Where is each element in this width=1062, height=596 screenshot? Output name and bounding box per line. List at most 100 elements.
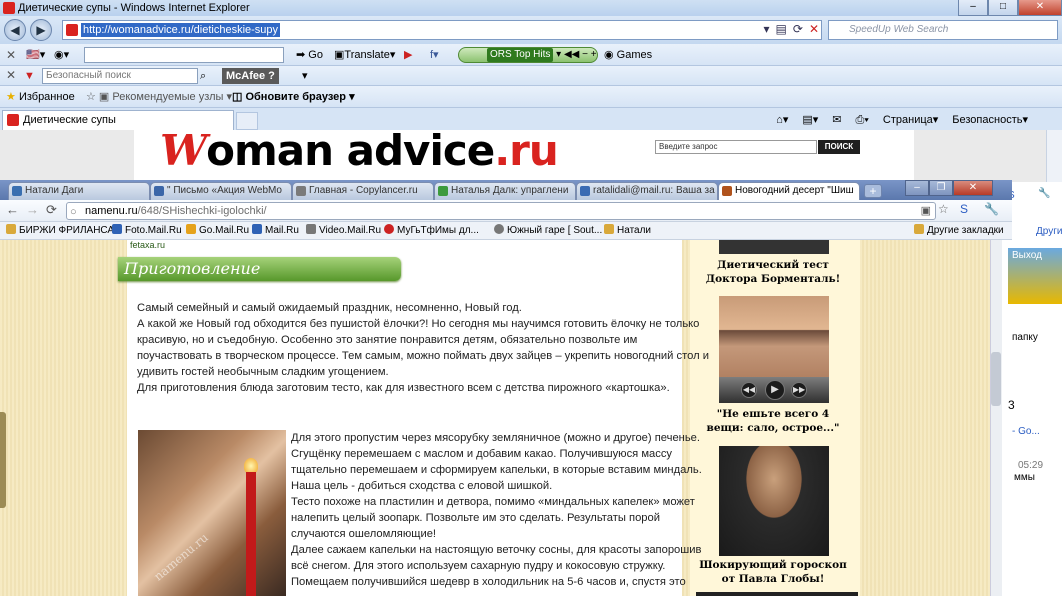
feeds-icon[interactable]: ▤▾ xyxy=(802,112,818,128)
dropdown-arrow-icon[interactable]: ▾ xyxy=(764,22,770,36)
ie-command-bar: ⌂▾ ▤▾ ✉ ⎙▾ Страница▾ Безопасность▾ xyxy=(776,112,1028,128)
wrench-icon[interactable]: 🔧 xyxy=(1038,188,1050,199)
chrome-omnibox[interactable]: ○ namenu.ru/648/SHishechki-igolochki/ ▣ xyxy=(66,202,936,220)
security-menu[interactable]: Безопасность▾ xyxy=(952,112,1028,128)
compatibility-view-icon[interactable]: ▤ xyxy=(776,22,787,36)
article-photo: namenu.ru xyxy=(138,430,286,596)
chrome-close-button[interactable]: ✕ xyxy=(953,180,993,196)
chrome-tab[interactable]: ratalidali@mail.ru: Ваша за xyxy=(576,182,718,200)
body-line: Сгущёнку перемешаем с маслом и добавим к… xyxy=(291,448,673,460)
body-line: Помещаем получившийся шедевр в холодильн… xyxy=(291,576,686,588)
sidebar-ad-caption[interactable]: "Не ешьте всего 4 вещи: сало, острое..." xyxy=(698,407,848,435)
go-link[interactable]: - Go... xyxy=(1012,426,1040,437)
bookmark-go-mail[interactable]: Go.Mail.Ru xyxy=(186,224,249,238)
sidebar-ad-image[interactable] xyxy=(719,240,829,254)
sidebar-ad-caption[interactable]: Диетический тест Доктора Борменталь! xyxy=(698,258,848,286)
skype-icon[interactable]: S xyxy=(960,202,968,216)
favorites-button[interactable]: ★ Избранное xyxy=(6,87,75,107)
ie-vertical-scrollbar[interactable] xyxy=(1046,130,1062,182)
search-icon[interactable]: ⌕ xyxy=(200,66,206,86)
womanadvice-search-input[interactable]: Введите запрос xyxy=(655,140,817,154)
safe-search-input[interactable]: Безопасный поиск xyxy=(42,68,198,84)
chrome-maximize-button[interactable]: ❐ xyxy=(929,180,953,196)
chrome-tab[interactable]: Главная - Copylancer.ru xyxy=(292,182,434,200)
bookmark-video-mail[interactable]: Video.Mail.Ru xyxy=(306,224,381,238)
chrome-tab-active[interactable]: Новогодний десерт "Шиш xyxy=(718,182,860,200)
mcafee-button[interactable]: McAfee ? xyxy=(222,68,279,84)
rewind-icon[interactable]: ◀◀ xyxy=(741,382,757,398)
bookmark-freelance[interactable]: БИРЖИ ФРИЛАНСА xyxy=(6,224,114,238)
body-line: случаются ошеломляющие! xyxy=(291,528,437,540)
intro-line: красивую, но и съедобную. Особенно это з… xyxy=(137,334,638,346)
body-line: тщательно перемешаем и сформируем капель… xyxy=(291,464,702,476)
toolbar-search-input[interactable] xyxy=(84,47,284,63)
ie-minimize-button[interactable]: – xyxy=(958,0,988,16)
womanadvice-logo[interactable]: Woman advice.ru xyxy=(160,126,559,176)
reload-icon[interactable]: ⟳ xyxy=(46,202,57,218)
body-line: Для этого пропустим через мясорубку земл… xyxy=(291,432,701,444)
mcafee-dropdown-icon[interactable]: ▾ xyxy=(302,66,308,86)
go-button[interactable]: ➡ Go xyxy=(296,45,323,65)
scrollbar-thumb[interactable] xyxy=(991,352,1001,406)
other-bookmarks-folder[interactable]: Другие закладки xyxy=(914,224,1004,238)
fast-forward-icon[interactable]: ▶▶ xyxy=(791,382,807,398)
games-button[interactable]: ◉ Games xyxy=(604,45,652,65)
back-arrow-icon[interactable]: ← xyxy=(6,202,19,217)
womanadvice-search-button[interactable]: ПОИСК xyxy=(818,140,860,154)
close-toolbar-icon[interactable]: ✕ xyxy=(6,48,16,62)
close-toolbar2-icon[interactable]: ✕ xyxy=(6,68,16,82)
radio-player[interactable]: ORS Top Hits ▾ ◀◀ − + xyxy=(458,47,598,63)
ie-app-icon xyxy=(3,2,15,14)
print-icon[interactable]: ⎙▾ xyxy=(855,112,868,128)
addon-toolbar-1: ✕ 🇺🇸▾ ◉▾ ➡ Go ▣Translate▾ ▶ f▾ ORS Top H… xyxy=(0,44,1062,66)
sidebar-ad-caption[interactable]: Шокирующий гороскоп от Павла Глобы! xyxy=(698,558,848,586)
chrome-tab[interactable]: " Письмо «Акция WebMo xyxy=(150,182,292,200)
bookmark-films[interactable]: МуГьТфИмы дл... xyxy=(384,224,479,238)
mail-icon[interactable]: ✉ xyxy=(832,112,841,128)
other-bookmarks-label[interactable]: Другие закладки xyxy=(1036,226,1062,237)
bookmark-natali[interactable]: Натали xyxy=(604,224,651,238)
ie-search-box[interactable]: SpeedUp Web Search xyxy=(828,20,1058,40)
home-icon[interactable]: ⌂▾ xyxy=(776,112,788,128)
tab-icon xyxy=(12,186,22,196)
stop-icon[interactable]: ✕ xyxy=(809,22,819,36)
ie-forward-button[interactable]: ▶ xyxy=(30,19,52,41)
chrome-tab[interactable]: Натали Даги xyxy=(8,182,150,200)
toolbar-logo-icon[interactable]: ◉▾ xyxy=(54,45,69,65)
page-menu[interactable]: Страница▾ xyxy=(883,112,938,128)
ie-back-button[interactable]: ◀ xyxy=(4,19,26,41)
wrench-icon[interactable]: 🔧 xyxy=(984,202,999,216)
ie-close-button[interactable]: ✕ xyxy=(1018,0,1062,16)
ie-address-bar[interactable]: http://womanadvice.ru/dieticheskie-supy … xyxy=(62,20,822,40)
source-link[interactable]: fetaxa.ru xyxy=(130,240,165,250)
page-action-icon[interactable]: ▣ xyxy=(921,203,931,219)
candle xyxy=(246,472,256,596)
update-browser-link[interactable]: ◫ Обновите браузер ▾ xyxy=(232,87,355,107)
youtube-icon[interactable]: ▶ xyxy=(404,45,412,65)
ie-url-text[interactable]: http://womanadvice.ru/dieticheskie-supy xyxy=(81,23,281,37)
ie-window-title: Диетические супы - Windows Internet Expl… xyxy=(18,2,250,14)
recommended-sites-link[interactable]: ☆ ▣ Рекомендуемые узлы ▾ xyxy=(86,87,232,107)
time-label: 05:29 xyxy=(1018,460,1044,471)
bookmark-south-park[interactable]: Южный гаре [ Sout... xyxy=(494,224,602,238)
exit-link[interactable]: Выход xyxy=(1012,250,1042,261)
translate-button[interactable]: ▣Translate▾ xyxy=(334,45,395,65)
sidebar-video-thumbnail[interactable] xyxy=(719,296,829,380)
chrome-minimize-button[interactable]: – xyxy=(905,180,929,196)
page-right-margin xyxy=(914,130,1046,182)
chrome-tab[interactable]: Наталья Далк: упраглени xyxy=(434,182,576,200)
star-icon[interactable]: ☆ xyxy=(938,202,949,216)
sidebar-divider xyxy=(696,592,858,596)
forward-arrow-icon[interactable]: → xyxy=(26,202,39,217)
sidebar-portrait-image[interactable] xyxy=(719,446,829,556)
bookmark-mail[interactable]: Mail.Ru xyxy=(252,224,299,238)
side-feedback-tab[interactable] xyxy=(0,412,6,508)
page-vertical-scrollbar[interactable] xyxy=(990,240,1002,596)
play-icon[interactable]: ▶ xyxy=(765,380,785,400)
chrome-new-tab-button[interactable]: + xyxy=(864,184,882,198)
refresh-icon[interactable]: ⟳ xyxy=(793,22,803,36)
flag-icon[interactable]: 🇺🇸▾ xyxy=(26,45,45,65)
facebook-icon[interactable]: f▾ xyxy=(430,45,439,65)
ie-maximize-button[interactable]: □ xyxy=(988,0,1018,16)
bookmark-foto-mail[interactable]: Foto.Mail.Ru xyxy=(112,224,182,238)
